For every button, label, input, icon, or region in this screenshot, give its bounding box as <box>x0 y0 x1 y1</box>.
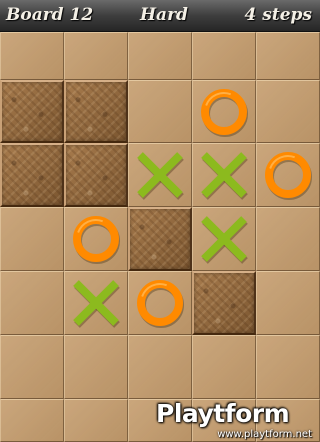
o-piece-icon <box>137 280 184 328</box>
top-bar: Board 12 Hard 4 steps <box>0 0 320 32</box>
board-cell[interactable] <box>192 207 256 271</box>
x-piece-icon <box>201 152 248 200</box>
board-cell[interactable] <box>128 143 192 207</box>
board-cell[interactable] <box>64 399 128 442</box>
stone-block-cell[interactable] <box>64 143 128 207</box>
game-board <box>0 32 320 442</box>
board-cell[interactable] <box>256 32 320 80</box>
board-cell[interactable] <box>256 207 320 271</box>
board-cell[interactable] <box>0 207 64 271</box>
stone-block-cell[interactable] <box>0 80 64 143</box>
steps-counter: 4 steps <box>244 5 312 25</box>
stone-block-cell[interactable] <box>64 80 128 143</box>
board-cell[interactable] <box>256 80 320 143</box>
o-piece-icon <box>73 216 120 264</box>
board-cell[interactable] <box>0 32 64 80</box>
board-cell[interactable] <box>192 335 256 399</box>
board-cell[interactable] <box>128 335 192 399</box>
board-cell[interactable] <box>128 80 192 143</box>
board-cell[interactable] <box>256 335 320 399</box>
board-cell[interactable] <box>0 271 64 335</box>
board-cell[interactable] <box>256 143 320 207</box>
stone-block-cell[interactable] <box>0 143 64 207</box>
o-piece-icon <box>265 152 312 200</box>
board-cell[interactable] <box>0 335 64 399</box>
x-piece-icon <box>201 216 248 264</box>
board-cell[interactable] <box>64 207 128 271</box>
difficulty-label: Hard <box>140 5 188 25</box>
watermark-logo: Playtform <box>156 399 290 428</box>
stone-block-cell[interactable] <box>192 271 256 335</box>
watermark: Playtform www.playtform.net <box>156 399 316 441</box>
stone-block-cell[interactable] <box>128 207 192 271</box>
board-cell[interactable] <box>64 32 128 80</box>
board-cell[interactable] <box>128 271 192 335</box>
board-cell[interactable] <box>64 271 128 335</box>
board-cell[interactable] <box>192 80 256 143</box>
watermark-url: www.playtform.net <box>217 429 312 440</box>
board-cell[interactable] <box>0 399 64 442</box>
board-cell[interactable] <box>192 32 256 80</box>
board-cell[interactable] <box>64 335 128 399</box>
board-cell[interactable] <box>256 271 320 335</box>
board-cell[interactable] <box>192 143 256 207</box>
board-number-label: Board 12 <box>6 5 94 25</box>
x-piece-icon <box>137 152 184 200</box>
x-piece-icon <box>73 280 120 328</box>
o-piece-icon <box>201 89 248 137</box>
board-cell[interactable] <box>128 32 192 80</box>
